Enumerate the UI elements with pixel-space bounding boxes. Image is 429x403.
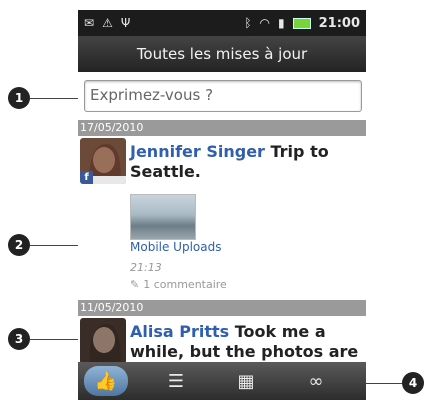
callout-4: 4 (402, 372, 424, 394)
facebook-icon: f (80, 171, 93, 184)
photo-thumbnail[interactable] (130, 194, 196, 240)
callout-2: 2 (8, 234, 30, 256)
bottom-toolbar: 👍 ☰ ▦ ∞ (78, 362, 366, 400)
status-list-icon: ☰ (167, 370, 185, 392)
post-item[interactable]: Alisa Pritts Took me a while, but the ph… (78, 316, 366, 364)
profile-photo (80, 318, 126, 364)
usb-icon: Ψ (120, 16, 131, 30)
signal-icon: ▮ (278, 16, 285, 30)
tab-all-updates[interactable]: 👍 (84, 366, 128, 396)
album-link[interactable]: Mobile Uploads (130, 240, 221, 254)
status-update-box[interactable] (84, 80, 362, 112)
page-title: Toutes les mises à jour (78, 36, 366, 72)
status-bar: ✉ ⚠ Ψ ᛒ ◠ ▮ 21:00 (78, 10, 366, 36)
phone-screen: ✉ ⚠ Ψ ᛒ ◠ ▮ 21:00 Toutes les mises à jou… (78, 10, 366, 400)
post-text: Jennifer Singer Trip to Seattle. (130, 142, 362, 182)
avatar[interactable] (80, 318, 126, 364)
callout-3-leader (30, 339, 82, 340)
date-header: 11/05/2010 (78, 300, 366, 316)
link-icon: ∞ (308, 370, 324, 392)
tab-status[interactable]: ☰ (154, 366, 198, 396)
callout-3: 3 (8, 328, 30, 350)
battery-icon (292, 17, 311, 29)
callout-1: 1 (8, 87, 30, 109)
mail-icon: ✉ (84, 16, 95, 30)
facebook-updates-icon: 👍 (94, 370, 118, 392)
post-author[interactable]: Jennifer Singer (130, 142, 265, 161)
post-item[interactable]: f Jennifer Singer Trip to Seattle. Mobil… (78, 136, 366, 296)
comments-link[interactable]: ✎ 1 commentaire (130, 278, 227, 291)
post-text: Alisa Pritts Took me a while, but the ph… (130, 322, 362, 362)
date-header: 17/05/2010 (78, 120, 366, 136)
status-update-input[interactable] (85, 81, 361, 109)
photos-icon: ▦ (237, 370, 255, 392)
warning-icon: ⚠ (102, 16, 113, 30)
comments-count: 1 commentaire (143, 278, 227, 291)
avatar[interactable]: f (80, 138, 126, 184)
tab-photos[interactable]: ▦ (224, 366, 268, 396)
tab-links[interactable]: ∞ (294, 366, 338, 396)
comment-icon: ✎ (130, 278, 140, 291)
wifi-icon: ◠ (259, 16, 270, 30)
bluetooth-icon: ᛒ (244, 16, 252, 30)
post-author[interactable]: Alisa Pritts (130, 322, 229, 341)
post-time: 21:13 (130, 261, 162, 274)
status-time: 21:00 (318, 15, 360, 31)
